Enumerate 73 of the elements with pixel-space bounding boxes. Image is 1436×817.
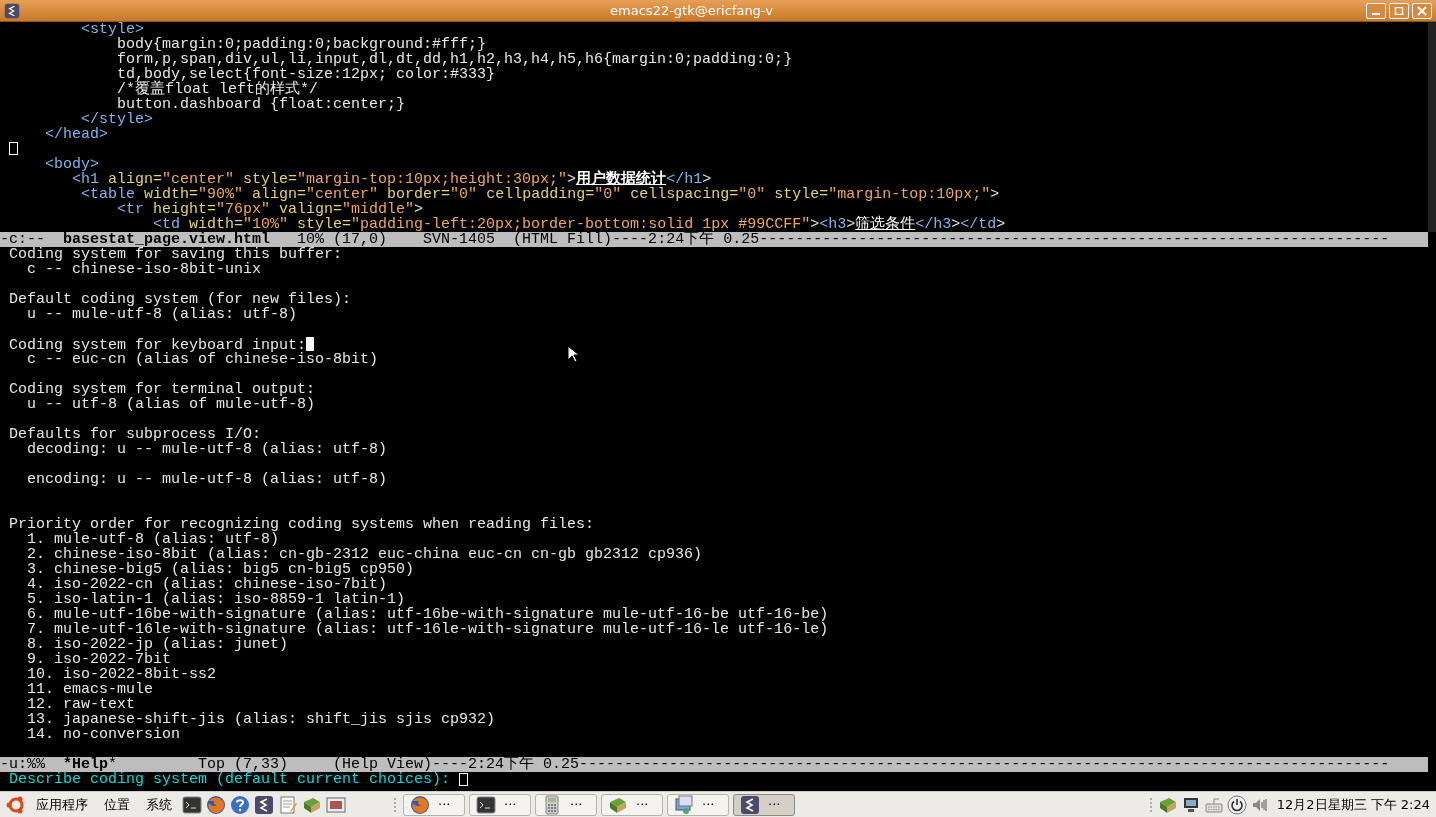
power-icon[interactable]	[1226, 794, 1247, 815]
maximize-icon	[1394, 6, 1404, 15]
help-text-line: c -- chinese-iso-8bit-unix	[26, 261, 262, 278]
taskbar-button[interactable]: ···	[733, 793, 795, 816]
help-text-line: u -- mule-utf-8 (alias: utf-8)	[26, 306, 298, 323]
help-text-line: 1. mule-utf-8 (alias: utf-8)	[27, 531, 280, 548]
code-line: /*覆盖float left的样式*/	[116, 82, 319, 97]
minimize-icon	[1372, 12, 1380, 15]
help-text-line: 4. iso-2022-cn (alias: chinese-iso-7bit)	[26, 576, 388, 593]
text-cursor	[459, 773, 469, 786]
menu-item[interactable]: 应用程序	[30, 795, 94, 814]
help-text-line: 8. iso-2022-jp (alias: junet)	[26, 636, 289, 653]
menu-item[interactable]: 系统	[140, 795, 178, 814]
code-line: form,p,span,div,ul,li,input,dl,dt,dd,h1,h2,h3,h4,h5,h6{margin:0;padding:0;}	[116, 52, 794, 67]
help-text-line: Priority order for recognizing coding systems when reading files:	[9, 516, 595, 533]
help-text-line: c -- euc-cn (alias of chinese-iso-8bit)	[27, 351, 379, 368]
code-line: </head>	[44, 127, 109, 142]
menu-item[interactable]: 位置	[98, 795, 136, 814]
help-text-line: Defaults for subprocess I/O:	[9, 426, 262, 443]
minibuffer-prompt: Describe coding system (default current choices):	[9, 772, 451, 787]
close-icon	[1417, 5, 1427, 16]
terminal-icon[interactable]	[476, 794, 496, 815]
terminal-icon[interactable]	[182, 794, 202, 815]
emacs-icon[interactable]	[4, 2, 20, 19]
code-line: button.dashboard {float:center;}	[117, 97, 407, 112]
code-line: <td width="10%" style="padding-left:20px;border-bottom:solid 1px #99CCFF"><h3>筛选条件</h3></td>	[153, 217, 1007, 232]
help-text-line: Coding system for saving this buffer:	[9, 246, 343, 263]
code-line: body{margin:0;padding:0;background:#fff;}	[117, 37, 487, 52]
help-text-line: 14. no-conversion	[26, 726, 181, 743]
taskbar-button[interactable]: ···	[403, 793, 465, 816]
calculator-icon[interactable]	[542, 794, 562, 815]
code-line: <tr height="76px" valign="middle">	[116, 202, 424, 217]
folder-network-icon[interactable]	[674, 794, 694, 815]
taskbar-button[interactable]: ···	[535, 793, 597, 816]
taskbar-button[interactable]: ···	[667, 793, 729, 816]
code-line: td,body,select{font-size:12px; color:#333}	[116, 67, 496, 82]
help-text-line: u -- utf-8 (alias of mule-utf-8)	[26, 396, 316, 413]
taskbar-button[interactable]: ···	[601, 793, 663, 816]
globe-icon[interactable]	[410, 794, 430, 815]
help-text-line: 7. mule-utf-16le-with-signature (alias: utf-16le-with-signature mule-utf-16-le utf-16-le)	[26, 621, 829, 638]
code-line: <body>	[44, 157, 100, 172]
help-text-line: encoding: u -- mule-utf-8 (alias: utf-8)	[26, 471, 388, 488]
taskbar-button[interactable]: ···	[469, 793, 531, 816]
help-text-line: 3. chinese-big5 (alias: big5 cn-big5 cp950)	[26, 561, 415, 578]
help-text-line: 12. raw-text	[26, 696, 136, 713]
help-text-line: Coding system for terminal output:	[9, 381, 316, 398]
help-text-line: decoding: u -- mule-utf-8 (alias: utf-8)	[26, 441, 388, 458]
close-button[interactable]	[1412, 2, 1432, 19]
help-icon[interactable]	[230, 794, 250, 815]
ubuntu-logo-icon[interactable]	[6, 794, 26, 815]
mouse-pointer-icon	[567, 345, 579, 363]
help-text-line: 13. japanese-shift-jis (alias: shift_jis sjis cp932)	[26, 711, 496, 728]
code-line: <h1 align="center" style="margin-top:10px;height:30px;">用户数据统计</h1>	[72, 172, 712, 187]
help-text-line: 2. chinese-iso-8bit (alias: cn-gb-2312 euc-china euc-cn cn-gb gb2312 cp936)	[26, 546, 703, 563]
scrollbar[interactable]	[1428, 22, 1436, 232]
help-text-line: 6. mule-utf-16be-with-signature (alias: utf-16be-with-signature mule-utf-16-be utf-16-be)	[26, 606, 829, 623]
help-text-line: 5. iso-latin-1 (alias: iso-8859-1 latin-1)	[26, 591, 406, 608]
code-line: <style>	[80, 22, 145, 37]
text-cursor	[9, 142, 18, 155]
help-text-line: 9. iso-2022-7bit	[26, 651, 172, 668]
emacs-icon[interactable]	[740, 794, 760, 815]
globe-icon[interactable]	[206, 794, 226, 815]
window-title: emacs22-gtk@ericfang-v	[609, 3, 774, 18]
minimize-button[interactable]	[1366, 2, 1386, 19]
code-line: <table width="90%" align="center" border="0" cellpadding="0" cellspacing="0" style="margin-top:10px;">	[80, 187, 1001, 202]
clock[interactable]: 12月2日星期三 下午 2:24	[1276, 795, 1430, 814]
code-line: </style>	[81, 112, 155, 127]
screen-capture-icon[interactable]	[326, 794, 346, 815]
help-text-line: Default coding system (for new files):	[9, 291, 352, 308]
maximize-button[interactable]	[1389, 2, 1409, 19]
emacs-icon[interactable]	[254, 794, 274, 815]
help-text-line: 10. iso-2022-8bit-ss2	[26, 666, 217, 683]
help-text-line: 11. emacs-mule	[26, 681, 154, 698]
